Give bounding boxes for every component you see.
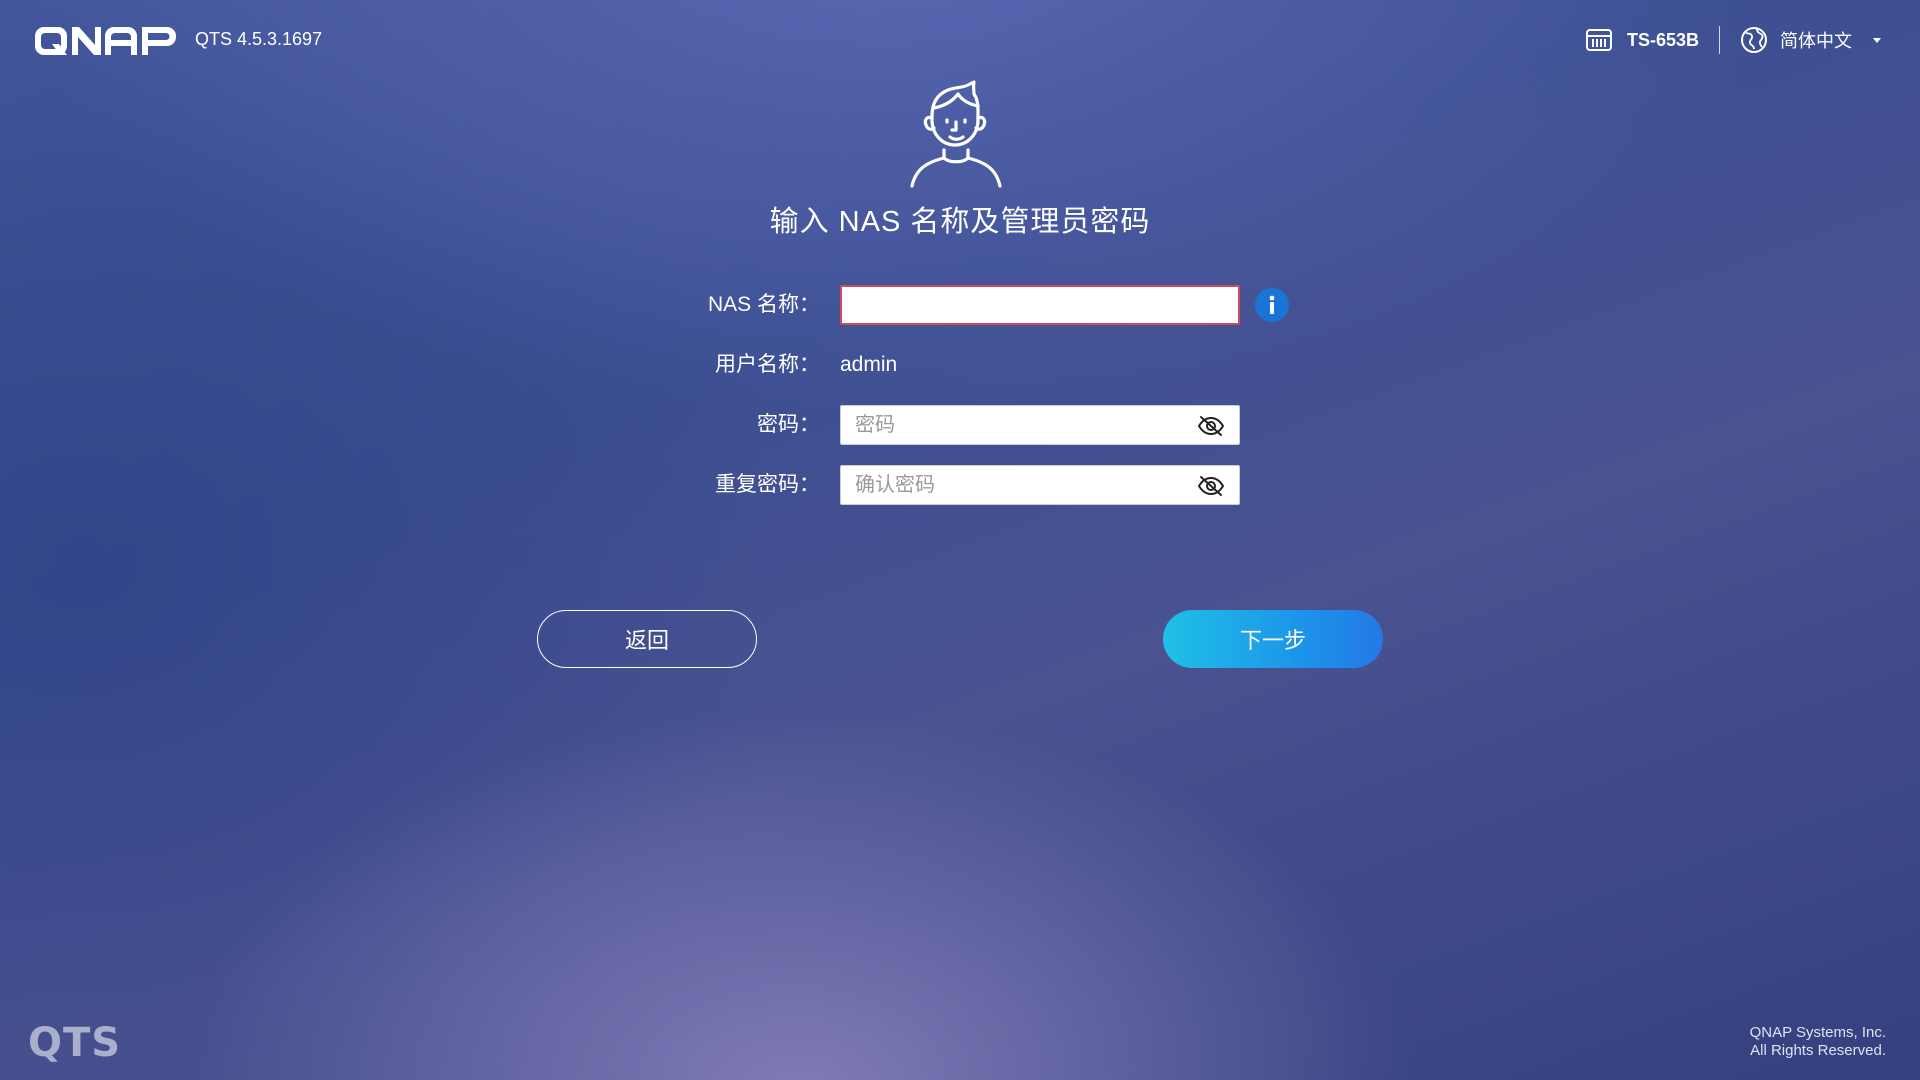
language-selector[interactable]: 简体中文 (1780, 27, 1852, 53)
firmware-version: QTS 4.5.3.1697 (195, 29, 323, 49)
page-title: 输入 NAS 名称及管理员密码 (769, 206, 1151, 238)
nas-name-row: NAS 名称： (600, 285, 1300, 325)
password-label: 密码： (757, 413, 820, 436)
top-right-controls: TS-653B 简体中文 (1585, 24, 1882, 56)
nas-name-label: NAS 名称： (707, 293, 820, 316)
nas-name-field (840, 285, 1240, 325)
user-avatar-icon (910, 80, 1002, 188)
setup-page: QTS 4.5.3.1697 TS-653B 简体中文 输入 NAS 名称及管理… (0, 0, 1920, 1080)
company-name: QNAP Systems, Inc. (1749, 1024, 1886, 1041)
password-input[interactable] (841, 406, 1181, 444)
confirm-password-field (840, 465, 1240, 505)
nas-name-input[interactable] (842, 287, 1182, 323)
qnap-logo (35, 27, 176, 55)
confirm-password-row: 重复密码： (600, 465, 1300, 505)
back-button[interactable]: 返回 (537, 610, 757, 668)
info-icon[interactable] (1254, 287, 1290, 323)
eye-off-icon[interactable] (1197, 475, 1225, 497)
password-row: 密码： (600, 405, 1300, 445)
nas-device-icon (1585, 29, 1612, 51)
device-model: TS-653B (1626, 29, 1699, 50)
copyright: QNAP Systems, Inc. All Rights Reserved. (1750, 1024, 1886, 1060)
username-row: 用户名称： admin (600, 345, 1300, 385)
rights-text: All Rights Reserved. (1750, 1042, 1886, 1059)
confirm-password-label: 重复密码： (715, 473, 820, 496)
eye-off-icon[interactable] (1197, 415, 1225, 437)
username-label: 用户名称： (715, 353, 820, 376)
password-field (840, 405, 1240, 445)
username-value: admin (840, 353, 898, 376)
qts-logo: QTS (28, 1020, 122, 1066)
chevron-down-icon[interactable] (1872, 36, 1882, 44)
next-button[interactable]: 下一步 (1163, 610, 1383, 668)
globe-icon[interactable] (1740, 26, 1768, 54)
confirm-password-input[interactable] (841, 466, 1181, 504)
divider (1719, 26, 1720, 54)
